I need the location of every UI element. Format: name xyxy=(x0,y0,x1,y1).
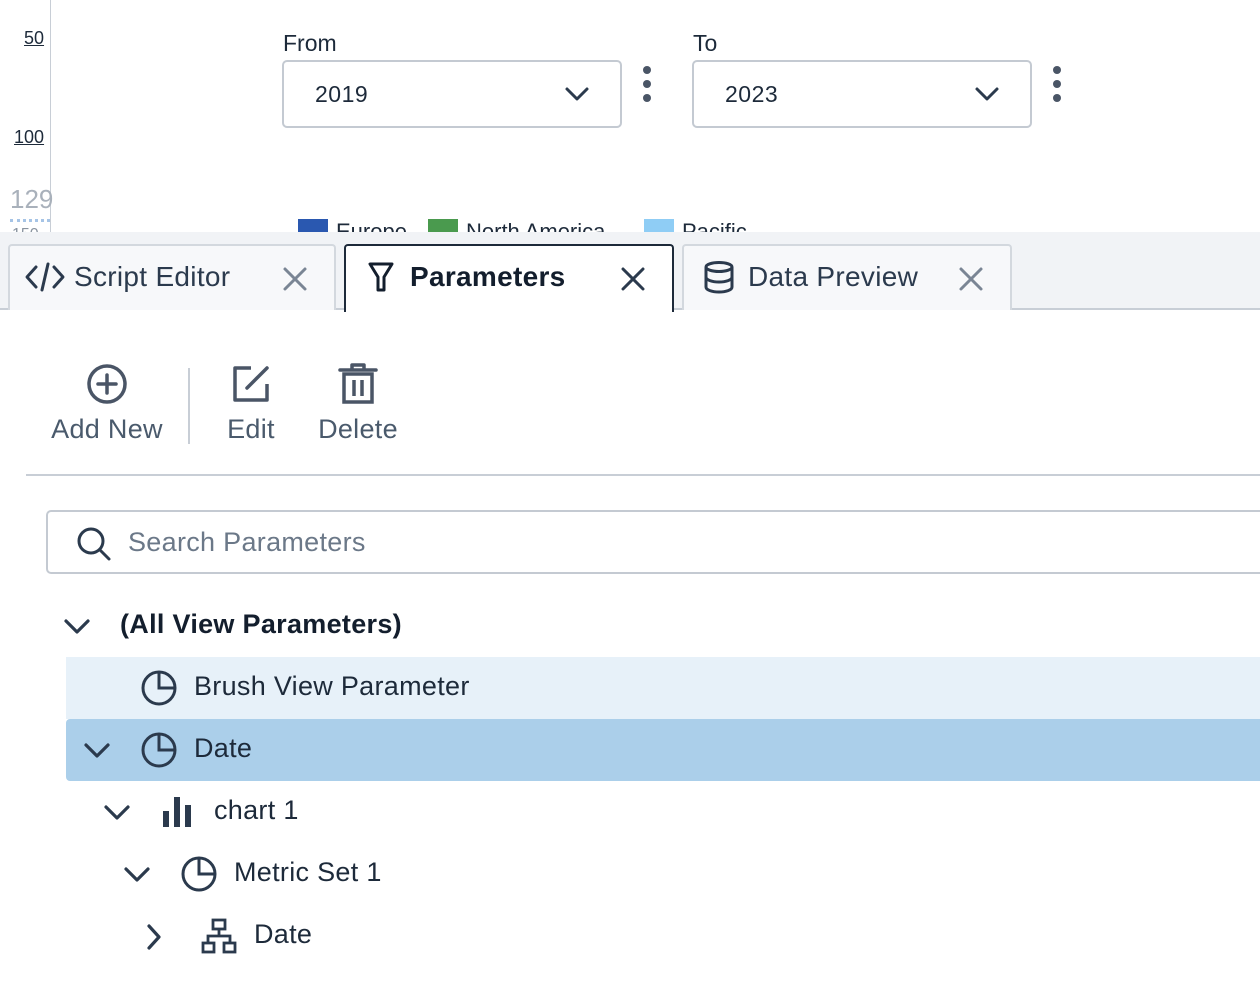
hierarchy-icon xyxy=(201,918,237,954)
search-icon xyxy=(77,527,111,561)
tab-parameters[interactable]: Parameters xyxy=(344,244,674,312)
edit-button[interactable]: Edit xyxy=(218,362,284,445)
chevron-right-icon[interactable] xyxy=(144,923,164,951)
y-axis-tick: 100 xyxy=(14,127,45,147)
more-options-icon[interactable] xyxy=(642,66,652,104)
edit-label: Edit xyxy=(227,414,275,444)
close-icon[interactable] xyxy=(282,266,308,292)
to-filter-label: To xyxy=(693,30,718,56)
tree-node-brush-view-parameter[interactable]: Brush View Parameter xyxy=(66,657,1260,719)
toolbar-divider xyxy=(188,368,190,444)
chevron-down-icon xyxy=(975,87,999,101)
dashboard-preview: 50 100 129 150 From 2019 To 2023 Europe … xyxy=(0,0,1260,232)
to-dropdown-value: 2023 xyxy=(725,81,779,107)
panel-tab-bar: Script Editor Parameters Data Preview xyxy=(0,232,1260,312)
tab-label: Data Preview xyxy=(748,261,919,292)
y-axis-tick: 50 xyxy=(24,28,45,48)
chevron-down-icon[interactable] xyxy=(82,741,112,761)
database-icon xyxy=(704,261,734,294)
delete-button[interactable]: Delete xyxy=(310,362,406,445)
chevron-down-icon[interactable] xyxy=(102,803,132,823)
tree-node-label: (All View Parameters) xyxy=(120,609,402,639)
search-input[interactable] xyxy=(128,522,1228,562)
delete-label: Delete xyxy=(318,414,398,444)
tree-node-label: Brush View Parameter xyxy=(194,671,470,701)
parameter-icon xyxy=(181,856,217,892)
tree-node-date[interactable]: Date xyxy=(66,719,1260,781)
legend-swatch xyxy=(644,219,674,232)
reference-line xyxy=(10,219,50,222)
legend-swatch xyxy=(298,219,328,232)
chevron-down-icon[interactable] xyxy=(62,617,92,637)
legend-label: Pacific xyxy=(682,219,747,232)
from-dropdown[interactable]: 2019 xyxy=(282,60,622,128)
tab-data-preview[interactable]: Data Preview xyxy=(682,244,1012,310)
legend-label: Europe xyxy=(336,219,407,232)
tab-label: Parameters xyxy=(410,261,566,292)
trash-icon xyxy=(338,363,378,404)
tree-node-metric-set-1[interactable]: Metric Set 1 xyxy=(106,843,1260,905)
add-new-label: Add New xyxy=(51,414,163,444)
bar-chart-icon xyxy=(163,797,191,827)
tree-node-label: Date xyxy=(254,919,313,949)
filter-icon xyxy=(368,262,394,292)
from-filter-label: From xyxy=(283,30,337,56)
tree-node-label: chart 1 xyxy=(214,795,299,825)
edit-icon xyxy=(233,366,269,402)
close-icon[interactable] xyxy=(958,266,984,292)
parameters-toolbar: Add New Edit Delete xyxy=(0,310,1260,475)
to-dropdown[interactable]: 2023 xyxy=(692,60,1032,128)
y-axis-tick: 129 xyxy=(10,184,54,214)
tab-script-editor[interactable]: Script Editor xyxy=(8,244,336,310)
more-options-icon[interactable] xyxy=(1052,66,1062,104)
close-icon[interactable] xyxy=(620,266,646,292)
tree-node-date-hierarchy[interactable]: Date xyxy=(126,905,1260,967)
legend-label: North America xyxy=(466,219,606,232)
tree-node-label: Date xyxy=(194,733,253,763)
legend-swatch xyxy=(428,219,458,232)
toolbar-divider-line xyxy=(26,474,1260,476)
tree-node-chart-1[interactable]: chart 1 xyxy=(86,781,1260,843)
from-dropdown-value: 2019 xyxy=(315,81,369,107)
tree-node-label: Metric Set 1 xyxy=(234,857,382,887)
search-box xyxy=(46,510,1260,574)
tree-node-all-view-parameters[interactable]: (All View Parameters) xyxy=(46,595,1260,657)
add-circle-icon xyxy=(87,364,127,404)
add-new-button[interactable]: Add New xyxy=(44,362,170,445)
parameter-icon xyxy=(141,732,177,768)
code-icon xyxy=(25,262,65,292)
chevron-down-icon xyxy=(565,87,589,101)
chevron-down-icon[interactable] xyxy=(122,865,152,885)
tab-label: Script Editor xyxy=(74,261,231,292)
parameter-icon xyxy=(141,670,177,706)
